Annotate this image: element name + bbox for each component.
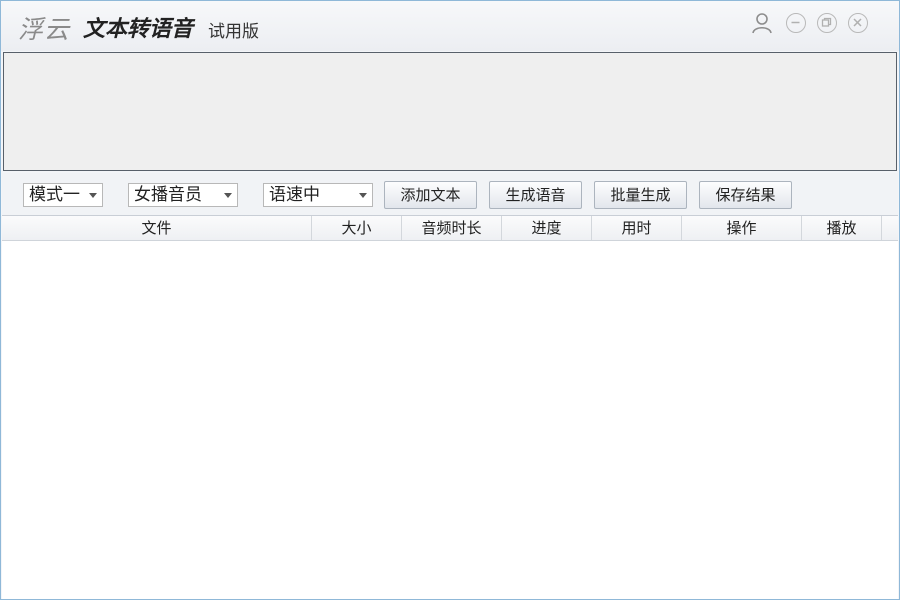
close-icon[interactable] — [848, 13, 868, 33]
edition-label: 试用版 — [208, 22, 259, 42]
file-table: 文件 大小 音频时长 进度 用时 操作 播放 — [2, 215, 898, 599]
column-header-size[interactable]: 大小 — [312, 216, 402, 240]
column-header-action[interactable]: 操作 — [682, 216, 802, 240]
voice-select[interactable]: 女播音员 — [128, 183, 238, 207]
column-header-progress[interactable]: 进度 — [502, 216, 592, 240]
toolbar: 模式一 女播音员 语速中 添加文本 生成语音 批量生成 保存结果 — [2, 173, 898, 215]
restore-icon[interactable] — [817, 13, 837, 33]
column-header-file[interactable]: 文件 — [2, 216, 312, 240]
mode-select[interactable]: 模式一 — [23, 183, 103, 207]
mode-select-value: 模式一 — [29, 185, 80, 205]
chevron-down-icon — [89, 193, 97, 198]
column-header-elapsed[interactable]: 用时 — [592, 216, 682, 240]
app-title: 文本转语音 — [83, 17, 194, 42]
voice-select-value: 女播音员 — [134, 185, 202, 205]
add-text-button[interactable]: 添加文本 — [384, 181, 477, 209]
chevron-down-icon — [359, 193, 367, 198]
brand-logo: 浮云 — [18, 15, 71, 44]
save-result-button[interactable]: 保存结果 — [699, 181, 792, 209]
user-icon[interactable] — [751, 12, 773, 34]
column-header-play[interactable]: 播放 — [802, 216, 882, 240]
column-header-duration[interactable]: 音频时长 — [402, 216, 502, 240]
app-window: 浮云 文本转语音 试用版 模式一 女播音员 语速中 添加文本 生成语音 批量生成… — [0, 0, 900, 600]
speed-select-value: 语速中 — [269, 185, 320, 205]
table-body[interactable] — [2, 241, 898, 598]
chevron-down-icon — [224, 193, 232, 198]
speed-select[interactable]: 语速中 — [263, 183, 373, 207]
title-bar[interactable]: 浮云 文本转语音 试用版 — [1, 1, 899, 51]
batch-generate-button[interactable]: 批量生成 — [594, 181, 687, 209]
minimize-icon[interactable] — [786, 13, 806, 33]
generate-speech-button[interactable]: 生成语音 — [489, 181, 582, 209]
text-input-area[interactable] — [3, 52, 897, 171]
table-header: 文件 大小 音频时长 进度 用时 操作 播放 — [2, 216, 898, 241]
